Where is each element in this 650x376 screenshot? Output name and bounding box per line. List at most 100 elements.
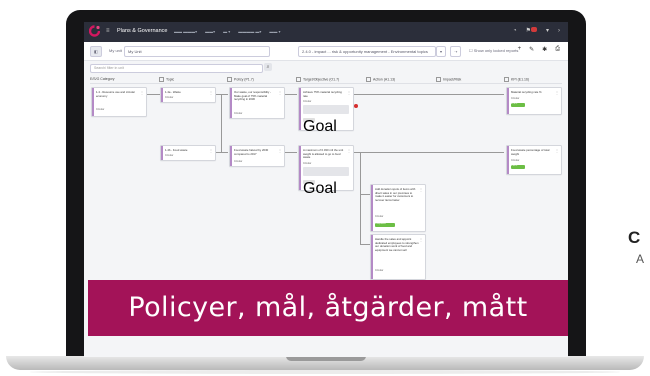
- card-text: 1.4a - Waste: [165, 90, 181, 94]
- card-pill: Goal: [303, 180, 337, 197]
- status-badge: Completed: [375, 223, 395, 227]
- notifications-icon[interactable]: ⚑: [526, 27, 537, 34]
- card-meta: Circular: [511, 97, 520, 100]
- column-header-kpi: KPI (E1.16): [504, 77, 529, 82]
- card-meta: Circular: [234, 160, 243, 163]
- card-menu-icon[interactable]: ⋮: [419, 187, 423, 192]
- connector: [221, 94, 222, 152]
- filter-bar: ◧ My unit My Unit 2.4.0 - impact ... ris…: [84, 42, 568, 61]
- card-text: A maximum of 0.030 m3 the unit weight is…: [303, 148, 344, 160]
- card-meta: Circular: [375, 269, 384, 272]
- card-text: Handle the sales and appoint dedicated e…: [375, 237, 419, 252]
- card-target-food[interactable]: A maximum of 0.030 m3 the unit weight is…: [298, 145, 354, 197]
- column-header-action: Action (A1.13): [366, 77, 395, 82]
- card-menu-icon[interactable]: ⋮: [347, 148, 351, 153]
- card-text: 1.4 - Resource use and circular economy: [96, 90, 135, 98]
- edit-icon[interactable]: ✎: [529, 46, 534, 53]
- unit-dropdown[interactable]: My Unit: [124, 46, 270, 57]
- card-meta: Circular: [511, 159, 520, 162]
- card-action-donation[interactable]: Add donation spots of items with direct …: [370, 184, 426, 232]
- card-menu-icon[interactable]: ⋮: [278, 148, 282, 153]
- add-icon[interactable]: +: [518, 46, 522, 53]
- my-unit-label: My unit: [106, 46, 125, 55]
- card-meta: Circular: [165, 96, 174, 99]
- card-meta: Circular: [303, 100, 312, 103]
- unit-toggle-button[interactable]: ◧: [90, 46, 102, 57]
- filter-icon[interactable]: ⇢: [450, 46, 462, 57]
- card-meta: Circular: [375, 215, 384, 218]
- card-action-sales[interactable]: Handle the sales and appoint dedicated e…: [370, 234, 426, 280]
- topbar-actions: ◔ ⚑ ▾ ›: [513, 27, 560, 34]
- connector: [352, 94, 504, 95]
- nav-item[interactable]: ▬▬ ▬▬▬▾: [174, 29, 197, 34]
- card-menu-icon[interactable]: ⋮: [555, 148, 559, 153]
- card-text: Our waste, our responsibility - Make goa…: [234, 90, 271, 102]
- caption-text: Policyer, mål, åtgärder, mått: [128, 292, 528, 323]
- help-icon[interactable]: ◔: [513, 28, 517, 34]
- goal-dropdown-arrow-icon[interactable]: ▾: [436, 46, 447, 57]
- nav-item[interactable]: ▬▬▾: [205, 29, 215, 34]
- column-header-impact: Impact/Risk: [436, 77, 461, 82]
- card-menu-icon[interactable]: ⋮: [419, 237, 423, 242]
- card-description: [303, 105, 349, 114]
- hamburger-menu-icon[interactable]: ≡: [106, 28, 110, 34]
- card-menu-icon[interactable]: ⋮: [209, 148, 213, 153]
- card-meta: Circular: [234, 112, 243, 115]
- card-meta: Circular: [165, 154, 174, 157]
- card-target-recycling[interactable]: Achieve 75% material recycling rate Circ…: [298, 87, 354, 135]
- nav-item[interactable]: ▬ ▾: [223, 29, 230, 34]
- connector: [360, 194, 370, 195]
- card-menu-icon[interactable]: ⋮: [209, 90, 213, 95]
- card-menu-icon[interactable]: ⋮: [278, 90, 282, 95]
- card-topic-waste[interactable]: 1.4a - Waste Circular ⋮: [160, 87, 216, 103]
- column-header-policy: Policy (P1.7): [227, 77, 254, 82]
- side-subheading-fragment: A: [636, 252, 645, 266]
- card-menu-icon[interactable]: ⋮: [140, 90, 144, 95]
- connector: [360, 152, 361, 244]
- only-locked-checkbox[interactable]: ☐ Show only locked reports: [466, 46, 522, 55]
- app-topbar: ≡ Plans & Governance ▬▬ ▬▬▬▾ ▬▬▾ ▬ ▾ ▬▬▬…: [84, 22, 568, 42]
- top-nav: ▬▬ ▬▬▬▾ ▬▬▾ ▬ ▾ ▬▬▬▬ ▬▾ ▬▬ ▾: [174, 29, 281, 34]
- card-esg[interactable]: 1.4 - Resource use and circular economy …: [91, 87, 147, 117]
- card-text: Material recycling rate %: [511, 90, 542, 94]
- column-header-esg: E/S/G Category: [90, 77, 115, 81]
- connector: [352, 152, 504, 153]
- expand-icon[interactable]: ›: [558, 28, 560, 34]
- card-kpi-recycling[interactable]: Material recycling rate % Circular 82.4%…: [506, 87, 562, 115]
- kpi-value-badge: 0.03%: [511, 165, 525, 169]
- card-topic-food-waste[interactable]: 1.4b - Food waste Circular ⋮: [160, 145, 216, 161]
- card-menu-icon[interactable]: ⋮: [347, 90, 351, 95]
- card-text: Achieve 75% material recycling rate: [303, 90, 342, 98]
- connector: [283, 94, 297, 95]
- settings-icon[interactable]: ✱: [542, 46, 547, 53]
- card-kpi-food[interactable]: Food waste percentage of total weight Ci…: [506, 145, 562, 175]
- card-description: [303, 167, 349, 176]
- card-policy-food[interactable]: Food waste halved by 2030 compared to 20…: [229, 145, 285, 167]
- alert-dot-icon: [354, 104, 358, 108]
- connector: [146, 94, 160, 95]
- print-icon[interactable]: ⎙: [555, 46, 560, 53]
- app-title: Plans & Governance: [117, 28, 168, 34]
- goal-dropdown[interactable]: 2.4.0 - impact ... risk & opportunity ma…: [298, 46, 436, 57]
- app-logo-icon[interactable]: [89, 25, 100, 38]
- search-input[interactable]: Search/ filter in unit: [90, 64, 263, 73]
- column-header-target: Target/Objective (O1.7): [296, 77, 339, 82]
- card-policy-waste[interactable]: Our waste, our responsibility - Make goa…: [229, 87, 285, 119]
- nav-item[interactable]: ▬▬▬▬ ▬▾: [238, 29, 261, 34]
- kpi-value-badge: 82.4%: [511, 103, 525, 107]
- caption-banner: Policyer, mål, åtgärder, mått: [88, 280, 568, 336]
- toolbar-icons: + ✎ ✱ ⎙: [518, 46, 560, 53]
- card-text: Food waste halved by 2030 compared to 20…: [234, 148, 269, 156]
- only-locked-label: Show only locked reports: [473, 48, 519, 53]
- user-menu-icon[interactable]: ▾: [546, 27, 549, 34]
- card-menu-icon[interactable]: ⋮: [555, 90, 559, 95]
- header-divider: [90, 83, 562, 84]
- card-meta: Circular: [96, 108, 105, 111]
- card-text: Food waste percentage of total weight: [511, 148, 550, 156]
- connector: [214, 152, 228, 153]
- nav-item[interactable]: ▬▬ ▾: [269, 29, 280, 34]
- connector: [360, 244, 370, 245]
- laptop-shadow: [30, 370, 620, 374]
- card-pill: Goal: [303, 118, 337, 135]
- search-icon[interactable]: ⌕: [264, 63, 272, 71]
